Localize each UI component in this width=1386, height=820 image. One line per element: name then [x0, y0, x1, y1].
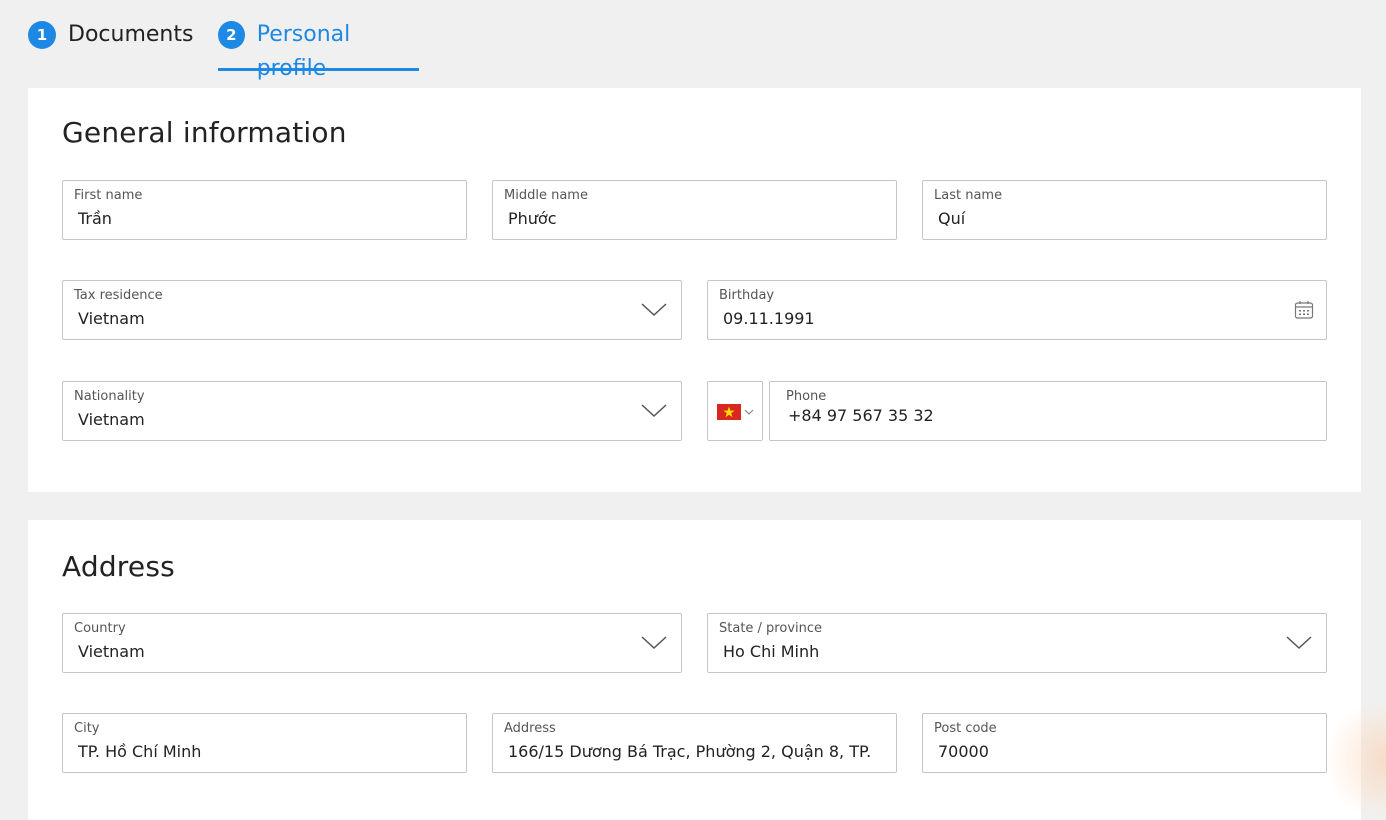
field-value: Trần: [78, 209, 112, 228]
chevron-down-icon: [641, 636, 667, 650]
field-value: Quí: [938, 209, 966, 228]
city-field[interactable]: City TP. Hồ Chí Minh: [62, 713, 467, 773]
phone-field[interactable]: Phone +84 97 567 35 32: [769, 381, 1327, 441]
step-label: Personal profile: [256, 22, 351, 81]
address-card: Address Country Vietnam State / province…: [28, 520, 1361, 820]
last-name-field[interactable]: Last name Quí: [922, 180, 1327, 240]
field-value: Vietnam: [78, 642, 145, 661]
vietnam-flag-icon: [717, 404, 741, 420]
tax-residence-select[interactable]: Tax residence Vietnam: [62, 280, 682, 340]
field-label: Birthday: [719, 288, 775, 303]
post-code-field[interactable]: Post code 70000: [922, 713, 1327, 773]
first-name-field[interactable]: First name Trần: [62, 180, 467, 240]
field-label: Last name: [934, 188, 1003, 203]
nationality-select[interactable]: Nationality Vietnam: [62, 381, 682, 441]
phone-country-select[interactable]: [707, 381, 763, 441]
field-label: Nationality: [74, 389, 145, 404]
section-title: Address: [62, 550, 175, 583]
country-select[interactable]: Country Vietnam: [62, 613, 682, 673]
step-number: 2: [218, 21, 245, 49]
field-label: Post code: [934, 721, 997, 736]
field-value: Phước: [508, 209, 557, 228]
step-personal-profile[interactable]: 2 Personal profile: [218, 18, 419, 81]
step-documents[interactable]: 1 Documents: [28, 18, 193, 68]
field-label: Middle name: [504, 188, 588, 203]
field-label: Tax residence: [74, 288, 163, 303]
field-value: 09.11.1991: [723, 309, 815, 328]
section-title: General information: [62, 116, 347, 149]
field-label: Country: [74, 621, 126, 636]
chevron-down-icon: [1286, 636, 1312, 650]
step-label: Documents: [68, 22, 194, 47]
calendar-icon[interactable]: [1294, 300, 1314, 320]
field-label: City: [74, 721, 100, 736]
field-label: Phone: [786, 389, 827, 404]
field-value: 70000: [938, 742, 989, 761]
chevron-down-icon: [641, 404, 667, 418]
chevron-down-icon: [744, 409, 754, 415]
field-label: Address: [504, 721, 556, 736]
field-value: 166/15 Dương Bá Trạc, Phường 2, Quận 8, …: [508, 742, 872, 761]
field-label: State / province: [719, 621, 823, 636]
birthday-field[interactable]: Birthday 09.11.1991: [707, 280, 1327, 340]
address-field[interactable]: Address 166/15 Dương Bá Trạc, Phường 2, …: [492, 713, 897, 773]
field-value: +84 97 567 35 32: [788, 406, 934, 425]
field-value: Vietnam: [78, 410, 145, 429]
step-number: 1: [28, 21, 56, 49]
field-label: First name: [74, 188, 143, 203]
field-value: Vietnam: [78, 309, 145, 328]
general-information-card: General information First name Trần Midd…: [28, 88, 1361, 492]
state-province-select[interactable]: State / province Ho Chi Minh: [707, 613, 1327, 673]
chevron-down-icon: [641, 303, 667, 317]
field-value: TP. Hồ Chí Minh: [78, 742, 202, 761]
middle-name-field[interactable]: Middle name Phước: [492, 180, 897, 240]
field-value: Ho Chi Minh: [723, 642, 820, 661]
